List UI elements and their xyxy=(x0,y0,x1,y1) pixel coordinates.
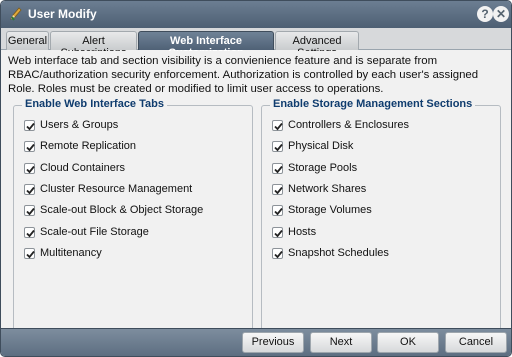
group-legend: Enable Storage Management Sections xyxy=(270,98,476,110)
checkmark-icon xyxy=(274,229,283,237)
checkmark-icon xyxy=(274,208,283,216)
checkbox[interactable] xyxy=(272,247,283,259)
next-button[interactable]: Next xyxy=(310,332,372,353)
checkbox[interactable] xyxy=(24,120,35,131)
previous-button[interactable]: Previous xyxy=(242,332,304,353)
checkmark-icon xyxy=(26,186,35,195)
help-icon[interactable]: ? xyxy=(477,6,493,22)
checkbox[interactable] xyxy=(272,205,283,217)
checkbox[interactable] xyxy=(24,226,35,238)
checkbox-label: Physical Disk xyxy=(288,140,354,153)
tab-content: Web interface tab and section visibility… xyxy=(1,51,511,331)
checkmark-icon xyxy=(26,144,35,152)
checkmark-icon xyxy=(274,186,283,195)
checkbox-label: Storage Volumes xyxy=(288,204,372,217)
dialog-title: User Modify xyxy=(28,7,97,21)
checkbox-label: Scale-out File Storage xyxy=(40,225,149,238)
checkbox-label: Users & Groups xyxy=(40,119,119,131)
tab-alert-subscriptions[interactable]: Alert Subscriptions xyxy=(50,31,137,59)
checkbox[interactable] xyxy=(272,226,283,238)
checkbox[interactable] xyxy=(24,183,35,195)
checkbox[interactable] xyxy=(24,141,35,153)
checkbox[interactable] xyxy=(272,162,283,174)
checkmark-icon xyxy=(26,250,35,259)
button-bar: Previous Next OK Cancel xyxy=(1,328,511,356)
checkmark-icon xyxy=(274,122,283,131)
tab-bar: General Alert Subscriptions Web Interfac… xyxy=(1,28,511,59)
close-icon[interactable]: ✕ xyxy=(493,6,509,22)
checkbox[interactable] xyxy=(24,205,35,217)
pen-icon xyxy=(8,6,24,22)
group-legend: Enable Web Interface Tabs xyxy=(22,98,167,110)
checkmark-icon xyxy=(274,144,283,152)
title-bar[interactable]: User Modify ? ✕ xyxy=(1,1,511,28)
checkbox-label: Cloud Containers xyxy=(40,161,125,174)
cancel-button[interactable]: Cancel xyxy=(445,332,507,353)
checkbox[interactable] xyxy=(24,247,35,259)
checkmark-icon xyxy=(274,250,283,259)
tab-advanced-settings[interactable]: Advanced Settings xyxy=(275,31,359,59)
description-text: Web interface tab and section visibility… xyxy=(8,55,479,95)
checkbox-label: Snapshot Schedules xyxy=(288,246,389,259)
checkbox-label: Remote Replication xyxy=(40,140,136,153)
checkmark-icon xyxy=(26,229,35,237)
ok-button[interactable]: OK xyxy=(377,332,439,353)
checkmark-icon xyxy=(26,122,35,131)
checkbox-label: Storage Pools xyxy=(288,161,358,174)
tab-general[interactable]: General xyxy=(6,31,49,50)
checkbox[interactable] xyxy=(272,120,283,131)
checkbox-label: Scale-out Block & Object Storage xyxy=(40,204,204,217)
checkbox[interactable] xyxy=(272,183,283,195)
checkmark-icon xyxy=(26,165,35,173)
checkbox-label: Controllers & Enclosures xyxy=(288,119,410,131)
checkbox[interactable] xyxy=(24,162,35,174)
web-interface-tabs-group: Enable Web Interface Tabs Users & Groups… xyxy=(13,98,253,331)
checkbox-label: Network Shares xyxy=(288,182,367,195)
checkmark-icon xyxy=(26,208,35,216)
storage-sections-group: Enable Storage Management Sections Contr… xyxy=(261,98,501,331)
checkmark-icon xyxy=(274,165,283,173)
checkbox[interactable] xyxy=(272,141,283,153)
checkbox-label: Multitenancy xyxy=(40,246,102,259)
checkbox-label: Hosts xyxy=(288,225,317,238)
tab-web-interface-customization[interactable]: Web Interface Customization xyxy=(138,31,274,59)
checkbox-label: Cluster Resource Management xyxy=(40,182,193,195)
user-modify-dialog: User Modify ? ✕ General Alert Subscripti… xyxy=(0,0,512,357)
